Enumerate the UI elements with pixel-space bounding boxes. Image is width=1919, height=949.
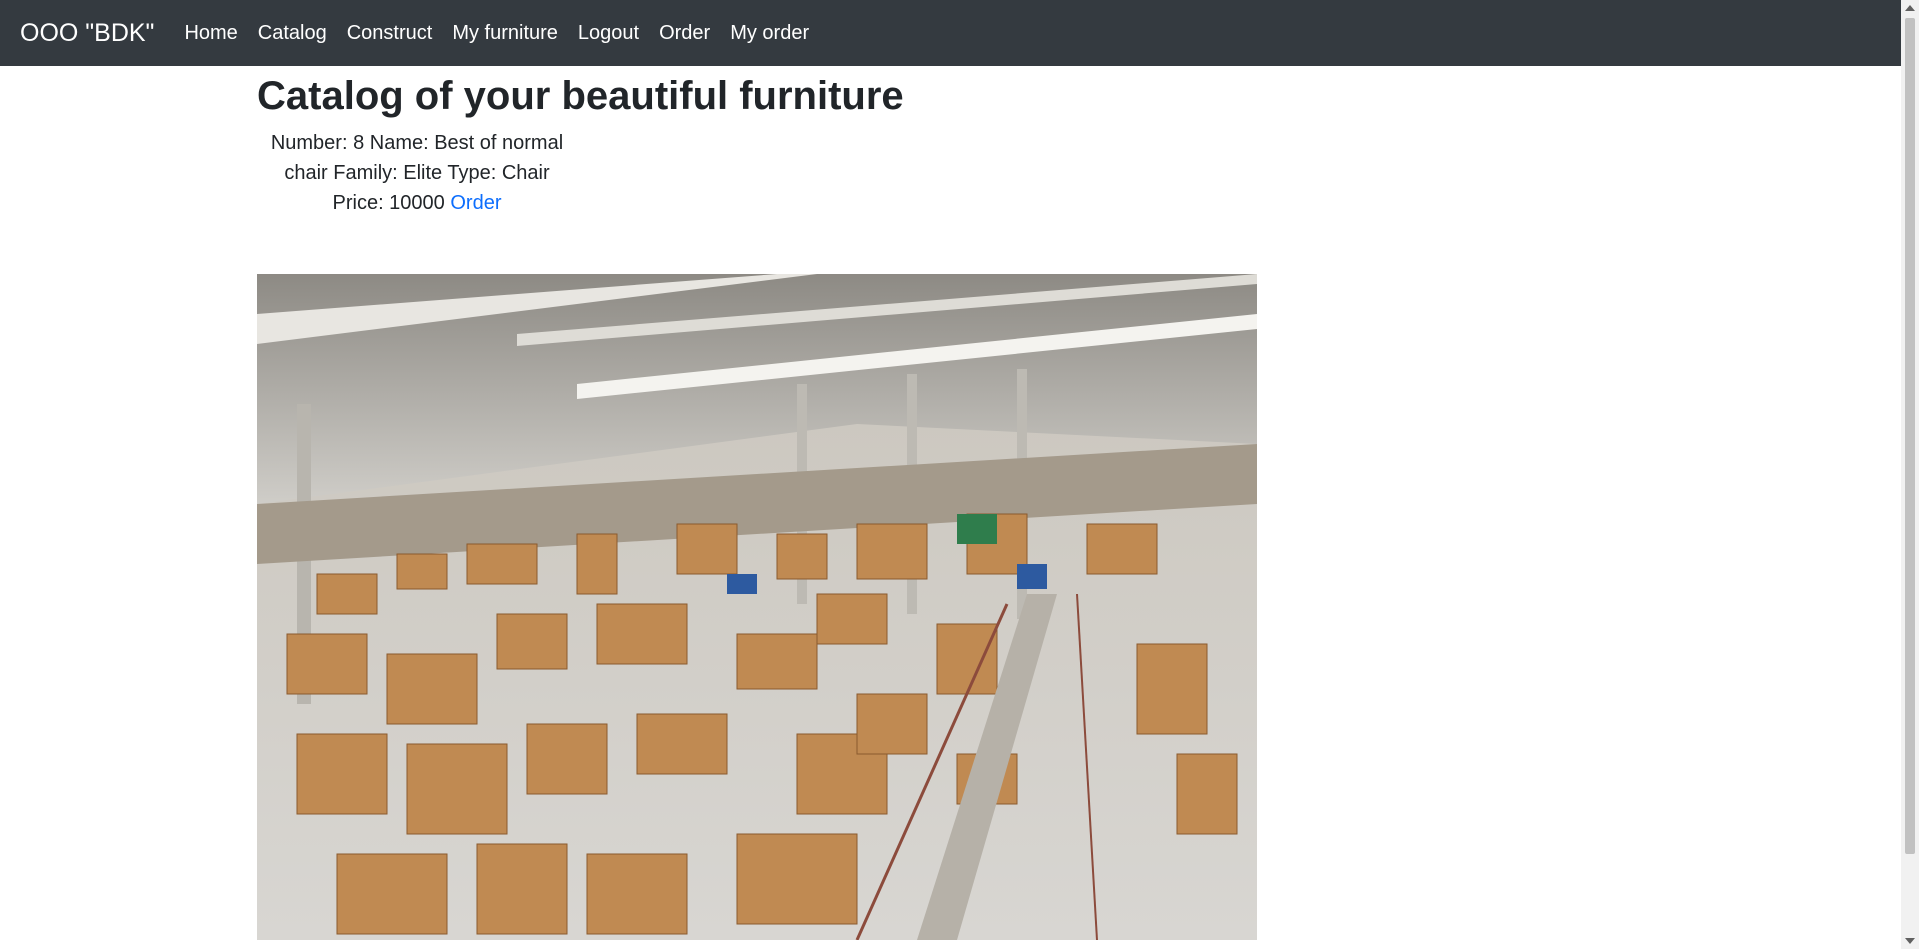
nav-order[interactable]: Order <box>659 22 710 45</box>
top-navbar: OOO "BDK" Home Catalog Construct My furn… <box>0 0 1901 66</box>
page-title: Catalog of your beautiful furniture <box>257 74 904 118</box>
order-link[interactable]: Order <box>450 192 501 214</box>
main-container: Catalog of your beautiful furniture Numb… <box>257 66 1257 218</box>
factory-photo-illustration <box>257 274 1257 940</box>
nav-construct[interactable]: Construct <box>347 22 433 45</box>
catalog-item: Number: 8 Name: Best of normal chair Fam… <box>257 128 577 218</box>
scroll-up-arrow-icon[interactable] <box>1905 5 1915 11</box>
nav-my-order[interactable]: My order <box>730 22 809 45</box>
nav-catalog[interactable]: Catalog <box>258 22 327 45</box>
nav-home[interactable]: Home <box>184 22 237 45</box>
factory-photo <box>257 274 1257 940</box>
catalog-item-details: Number: 8 Name: Best of normal chair Fam… <box>270 132 564 214</box>
scroll-thumb[interactable] <box>1905 18 1915 854</box>
vertical-scrollbar[interactable] <box>1901 0 1919 949</box>
scroll-down-arrow-icon[interactable] <box>1905 938 1915 944</box>
nav-logout[interactable]: Logout <box>578 22 639 45</box>
nav-my-furniture[interactable]: My furniture <box>452 22 558 45</box>
brand-link[interactable]: OOO "BDK" <box>20 19 154 48</box>
